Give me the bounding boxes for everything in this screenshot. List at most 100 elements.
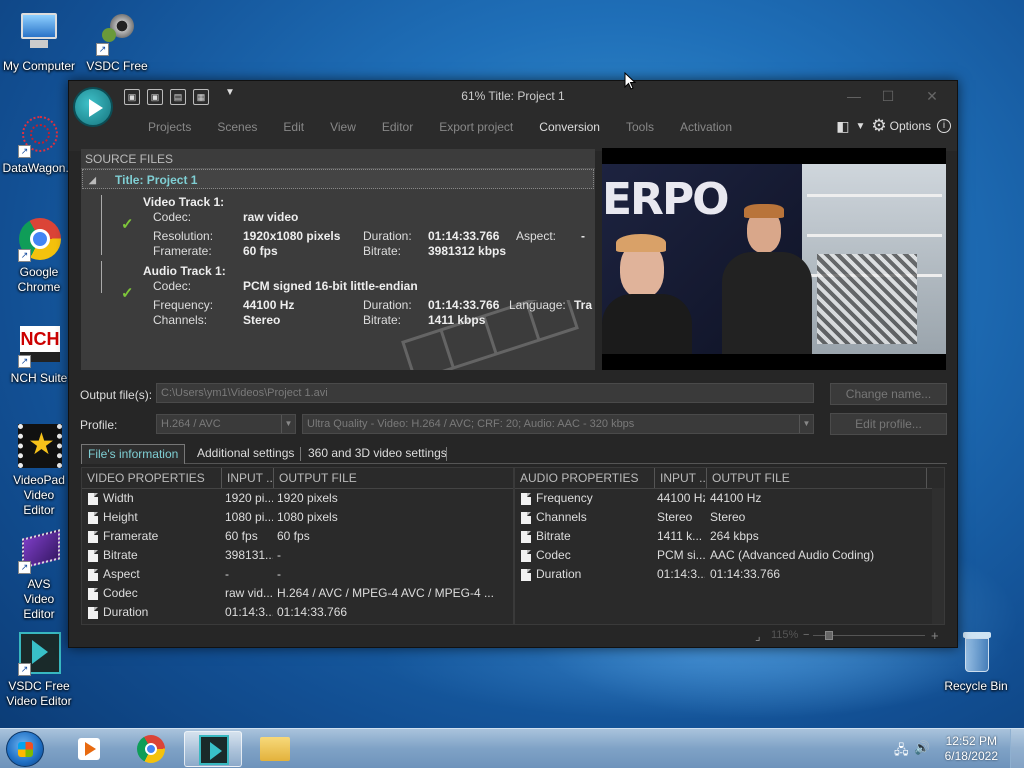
output-value: 60 fps bbox=[277, 529, 310, 543]
property-name: Bitrate bbox=[103, 548, 138, 562]
desktop-icon-label: Recycle Bin bbox=[944, 679, 1008, 693]
zoom-slider-thumb[interactable] bbox=[825, 631, 833, 640]
layout-dropdown-icon[interactable]: ▼ bbox=[855, 121, 865, 132]
window-title: 61% Title: Project 1 bbox=[461, 89, 565, 103]
minimize-icon[interactable]: — bbox=[839, 86, 869, 106]
options-button[interactable]: Options bbox=[890, 119, 931, 133]
close-icon[interactable]: ✕ bbox=[917, 86, 947, 106]
menu-edit[interactable]: Edit bbox=[283, 119, 304, 139]
clock-date: 6/18/2022 bbox=[944, 749, 998, 763]
menu-conversion[interactable]: Conversion bbox=[539, 119, 600, 139]
desktop-icon-vsdc-editor[interactable]: ↗ VSDC Free Video Editor bbox=[0, 630, 78, 709]
taskbar-chrome[interactable] bbox=[122, 731, 180, 767]
datawagon-icon: ↗ bbox=[16, 112, 62, 158]
table-row[interactable]: Duration 01:14:3... 01:14:33.766 bbox=[515, 565, 930, 584]
table-row[interactable]: Codec raw vid... H.264 / AVC / MPEG-4 AV… bbox=[82, 584, 513, 603]
profile-description-select[interactable]: Ultra Quality - Video: H.264 / AVC; CRF:… bbox=[302, 414, 814, 434]
menu-scenes[interactable]: Scenes bbox=[217, 119, 257, 139]
taskbar-file-explorer[interactable] bbox=[246, 731, 304, 767]
input-value: 398131... bbox=[225, 548, 273, 562]
table-row[interactable]: Height 1080 pi... 1080 pixels bbox=[82, 508, 513, 527]
tab-additional-settings[interactable]: Additional settings bbox=[191, 444, 300, 464]
column-header[interactable]: OUTPUT FILE bbox=[274, 468, 513, 488]
source-files-panel: SOURCE FILES ◢ Title: Project 1 ✓ ✓ Vide… bbox=[81, 149, 595, 370]
menu-activation[interactable]: Activation bbox=[680, 119, 732, 139]
tab-360-3d-settings[interactable]: 360 and 3D video settings bbox=[302, 444, 453, 464]
source-files-header: SOURCE FILES bbox=[81, 149, 595, 169]
start-button[interactable] bbox=[6, 731, 44, 767]
menu-tools[interactable]: Tools bbox=[626, 119, 654, 139]
info-icon[interactable]: i bbox=[937, 119, 951, 133]
shortcut-arrow-icon: ↗ bbox=[18, 355, 31, 368]
column-header[interactable]: OUTPUT FILE bbox=[707, 468, 927, 488]
resolution-value: 1920x1080 pixels bbox=[243, 229, 341, 243]
shortcut-arrow-icon: ↗ bbox=[18, 663, 31, 676]
table-row[interactable]: Frequency 44100 Hz 44100 Hz bbox=[515, 489, 930, 508]
menu-projects[interactable]: Projects bbox=[148, 119, 191, 139]
table-row[interactable]: Bitrate 398131... - bbox=[82, 546, 513, 565]
tab-files-information[interactable]: File's information bbox=[81, 444, 186, 464]
main-menu: Projects Scenes Edit View Editor Export … bbox=[135, 119, 745, 139]
videopad-star-icon: ★ bbox=[16, 424, 62, 470]
table-row[interactable]: Codec PCM si... AAC (Advanced Audio Codi… bbox=[515, 546, 930, 565]
desktop-icon-google-chrome[interactable]: ↗ Google Chrome bbox=[0, 216, 78, 295]
zoom-value: 115% bbox=[771, 629, 799, 641]
document-icon bbox=[88, 531, 98, 543]
gear-icon[interactable]: ⚙ bbox=[871, 116, 886, 136]
taskbar-videopad[interactable] bbox=[60, 731, 118, 767]
table-row[interactable]: Duration 01:14:3... 01:14:33.766 bbox=[82, 603, 513, 622]
clock-time: 12:52 PM bbox=[945, 734, 997, 748]
zoom-in-icon[interactable]: + bbox=[931, 628, 939, 643]
video-preview[interactable]: ERPO bbox=[602, 148, 946, 370]
menu-view[interactable]: View bbox=[330, 119, 356, 139]
desktop-icon-vsdc-converter[interactable]: ↗ VSDC Free Video C... bbox=[78, 10, 156, 74]
column-header[interactable]: INPUT ... bbox=[222, 468, 274, 488]
change-name-button[interactable]: Change name... bbox=[830, 383, 947, 405]
menu-editor[interactable]: Editor bbox=[382, 119, 413, 139]
property-name: Duration bbox=[536, 567, 582, 581]
table-row[interactable]: Bitrate 1411 k... 264 kbps bbox=[515, 527, 930, 546]
project-title: Title: Project 1 bbox=[115, 173, 198, 187]
maximize-icon[interactable]: ☐ bbox=[873, 86, 903, 106]
resize-grip-icon[interactable]: ⌟ bbox=[755, 629, 761, 643]
desktop-icon-my-computer[interactable]: My Computer bbox=[0, 10, 78, 74]
property-name: Codec bbox=[536, 548, 571, 562]
show-desktop-button[interactable] bbox=[1010, 729, 1024, 768]
clock[interactable]: 12:52 PM 6/18/2022 bbox=[945, 734, 998, 764]
input-value: raw vid... bbox=[225, 586, 273, 600]
desktop-icon-videopad[interactable]: ★ VideoPad Video Editor bbox=[0, 424, 78, 518]
network-icon[interactable]: 🖧 bbox=[894, 741, 909, 763]
input-value: 60 fps bbox=[225, 529, 258, 543]
profile-description-value: Ultra Quality - Video: H.264 / AVC; CRF:… bbox=[307, 418, 635, 430]
column-header[interactable]: AUDIO PROPERTIES bbox=[515, 468, 655, 488]
column-header[interactable]: VIDEO PROPERTIES bbox=[82, 468, 222, 488]
column-header[interactable]: INPUT ... bbox=[655, 468, 707, 488]
desktop-icon-avs-video-editor[interactable]: ↗ AVS Video Editor bbox=[0, 528, 78, 622]
vsdc-icon bbox=[199, 735, 229, 765]
edit-profile-button[interactable]: Edit profile... bbox=[830, 413, 947, 435]
volume-icon[interactable]: 🔊 bbox=[914, 740, 930, 756]
menu-export-project[interactable]: Export project bbox=[439, 119, 513, 139]
desktop-icon-nch-suite[interactable]: NCH ↗ NCH Suite bbox=[0, 322, 78, 386]
recycle-bin-icon bbox=[953, 630, 999, 676]
taskbar-vsdc[interactable] bbox=[184, 731, 242, 767]
table-row[interactable]: Width 1920 pi... 1920 pixels bbox=[82, 489, 513, 508]
layout-icon[interactable]: ◧ bbox=[836, 118, 849, 135]
preview-frame: ERPO bbox=[602, 164, 946, 354]
profile-label: Profile: bbox=[80, 418, 118, 432]
output-path-field[interactable]: C:\Users\ym1\Videos\Project 1.avi bbox=[156, 383, 814, 403]
label: Aspect: bbox=[516, 229, 557, 243]
collapse-triangle-icon[interactable]: ◢ bbox=[89, 170, 96, 190]
scrollbar[interactable] bbox=[932, 488, 944, 624]
input-value: 1920 pi... bbox=[225, 491, 273, 505]
tree-line bbox=[101, 195, 102, 255]
zoom-out-icon[interactable]: − bbox=[803, 629, 809, 641]
document-icon bbox=[88, 512, 98, 524]
table-row[interactable]: Channels Stereo Stereo bbox=[515, 508, 930, 527]
preview-overlay-text: ERPO bbox=[602, 174, 730, 225]
project-tree-item[interactable]: ◢ Title: Project 1 bbox=[82, 169, 594, 189]
table-row[interactable]: Aspect - - bbox=[82, 565, 513, 584]
table-row[interactable]: Framerate 60 fps 60 fps bbox=[82, 527, 513, 546]
profile-select[interactable]: H.264 / AVC ▼ bbox=[156, 414, 296, 434]
desktop-icon-datawagon[interactable]: ↗ DataWagon... bbox=[0, 112, 78, 176]
